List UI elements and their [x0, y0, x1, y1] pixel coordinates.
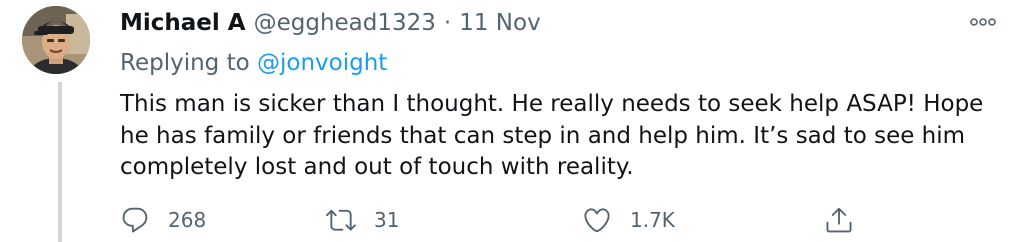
display-name[interactable]: Michael A [120, 10, 246, 36]
share-upload-icon [824, 205, 854, 235]
tweet-text-line: This man is sicker than I thought. He re… [120, 91, 984, 117]
action-bar: 268 31 1.7K [120, 200, 1020, 240]
tweet-date[interactable]: 11 Nov [459, 10, 540, 36]
heart-icon [582, 205, 612, 235]
separator-dot: · [443, 10, 452, 36]
more-horizontal-icon[interactable] [968, 12, 998, 32]
avatar[interactable] [22, 6, 90, 74]
user-handle[interactable]: @egghead1323 [254, 10, 436, 36]
tweet: Michael A @egghead1323 · 11 Nov Replying… [0, 0, 1024, 242]
replying-label: Replying to [120, 50, 257, 76]
reply-button[interactable]: 268 [120, 200, 206, 240]
retweet-button[interactable]: 31 [326, 200, 399, 240]
speech-bubble-icon [120, 205, 150, 235]
tweet-text-line: he has family or friends that can step i… [120, 122, 966, 149]
replying-to: Replying to @jonvoight [120, 50, 387, 76]
share-button[interactable] [824, 200, 854, 240]
reply-count: 268 [168, 208, 207, 232]
tweet-header: Michael A @egghead1323 · 11 Nov [120, 10, 541, 44]
retweet-arrows-icon [326, 205, 356, 235]
tweet-text-line: completely lost and out of touch with re… [120, 154, 634, 180]
like-button[interactable]: 1.7K [582, 200, 675, 240]
reply-mention-link[interactable]: @jonvoight [257, 50, 387, 76]
retweet-count: 31 [374, 208, 400, 232]
tweet-text: This man is sicker than I thought. He re… [120, 89, 1000, 184]
like-count: 1.7K [630, 208, 675, 232]
thread-line [58, 82, 62, 242]
